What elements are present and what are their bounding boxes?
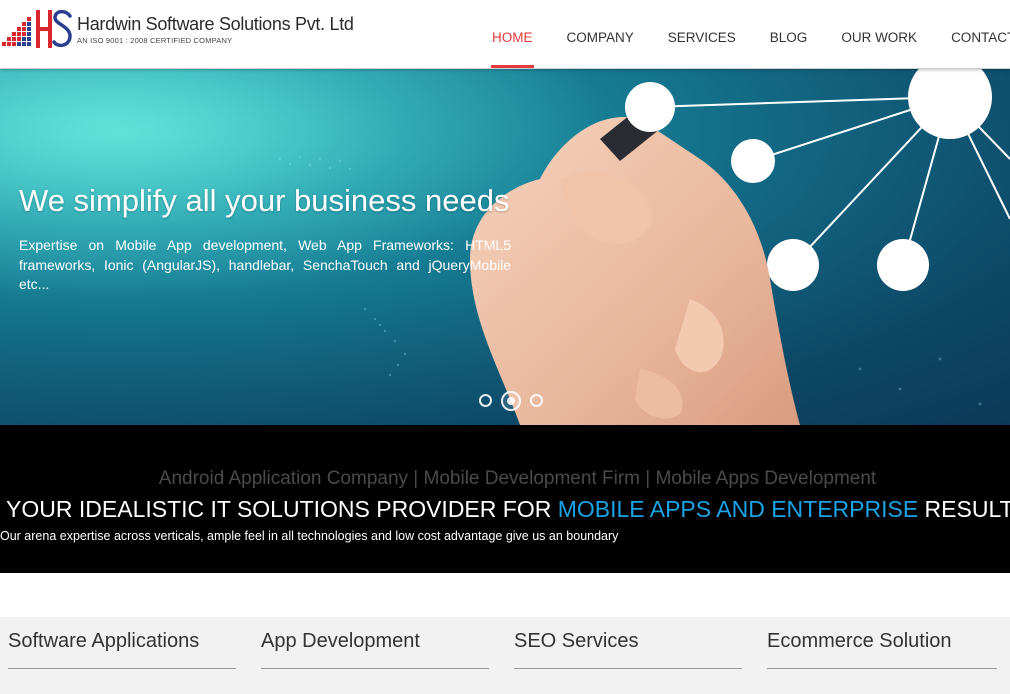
intro-band: Android Application Company | Mobile Dev…	[0, 425, 1010, 573]
hero-title: We simplify all your business needs	[19, 183, 510, 218]
band-description: Our arena expertise across verticals, am…	[0, 529, 619, 543]
hero-slider: We simplify all your business needs Expe…	[0, 69, 1010, 425]
headline-highlight: MOBILE APPS AND ENTERPRISE	[557, 496, 919, 522]
service-ecommerce-solution[interactable]: Ecommerce Solution	[767, 630, 997, 669]
slider-dot-1[interactable]	[479, 394, 492, 407]
company-logo[interactable]: Hardwin Software Solutions Pvt. Ltd AN I…	[0, 6, 360, 54]
headline-text: YOUR IDEALISTIC IT SOLUTIONS PROVIDER FO…	[6, 496, 558, 522]
slider-pagination	[479, 390, 543, 411]
nav-blog[interactable]: BLOG	[753, 0, 825, 68]
main-nav: HOME COMPANY SERVICES BLOG OUR WORK CONT…	[475, 0, 1010, 68]
service-seo-services[interactable]: SEO Services	[514, 630, 742, 669]
logo-mark-icon	[2, 9, 72, 48]
brand-tagline: AN ISO 9001 : 2008 CERTIFIED COMPANY	[77, 36, 233, 45]
headline-text-end: RESULTS	[924, 496, 1010, 522]
nav-company[interactable]: COMPANY	[550, 0, 651, 68]
nav-contact-us[interactable]: CONTACT U	[934, 0, 1010, 68]
band-headline: YOUR IDEALISTIC IT SOLUTIONS PROVIDER FO…	[0, 496, 1010, 523]
services-section: Software Applications App Development SE…	[0, 573, 1010, 694]
slider-dot-3[interactable]	[530, 394, 543, 407]
band-subtitle: Android Application Company | Mobile Dev…	[158, 468, 877, 489]
service-app-development[interactable]: App Development	[261, 630, 489, 669]
nav-home[interactable]: HOME	[475, 0, 550, 68]
service-software-applications[interactable]: Software Applications	[8, 630, 236, 669]
hero-description: Expertise on Mobile App development, Web…	[19, 237, 511, 292]
slider-dot-2[interactable]	[501, 390, 521, 411]
site-header: Hardwin Software Solutions Pvt. Ltd AN I…	[0, 0, 1010, 69]
nav-our-work[interactable]: OUR WORK	[824, 0, 934, 68]
services-row: Software Applications App Development SE…	[0, 617, 1010, 694]
nav-services[interactable]: SERVICES	[651, 0, 753, 68]
brand-name: Hardwin Software Solutions Pvt. Ltd	[77, 14, 354, 34]
